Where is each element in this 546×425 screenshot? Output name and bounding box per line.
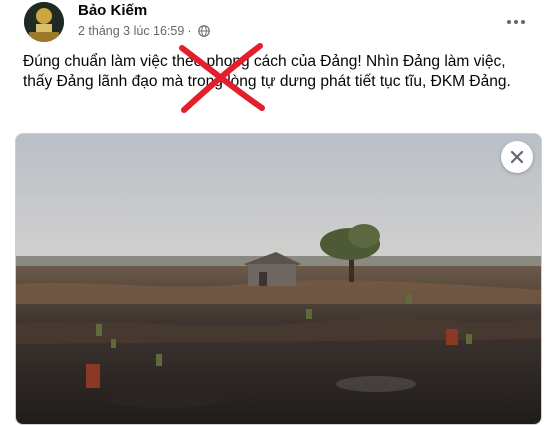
globe-icon[interactable] [197,25,210,37]
burned-land-photo [16,134,541,424]
author-name[interactable]: Bảo Kiếm [78,2,147,19]
avatar[interactable] [24,2,64,42]
meta-separator: · [187,24,192,38]
more-horizontal-icon [507,20,511,24]
post-timestamp[interactable]: 2 tháng 3 lúc 16:59 [78,24,184,38]
post-attachment[interactable] [15,133,542,425]
post-header: Bảo Kiếm 2 tháng 3 lúc 16:59 · [0,0,546,46]
avatar-image [24,2,64,42]
more-options-button[interactable] [502,10,530,34]
close-icon [510,150,524,164]
post-meta: 2 tháng 3 lúc 16:59 · [78,24,210,38]
post-text: Đúng chuẩn làm việc theo phong cách của … [23,53,511,90]
post-card: Bảo Kiếm 2 tháng 3 lúc 16:59 · Đúng chuẩ… [0,0,546,425]
remove-attachment-button[interactable] [501,141,533,173]
